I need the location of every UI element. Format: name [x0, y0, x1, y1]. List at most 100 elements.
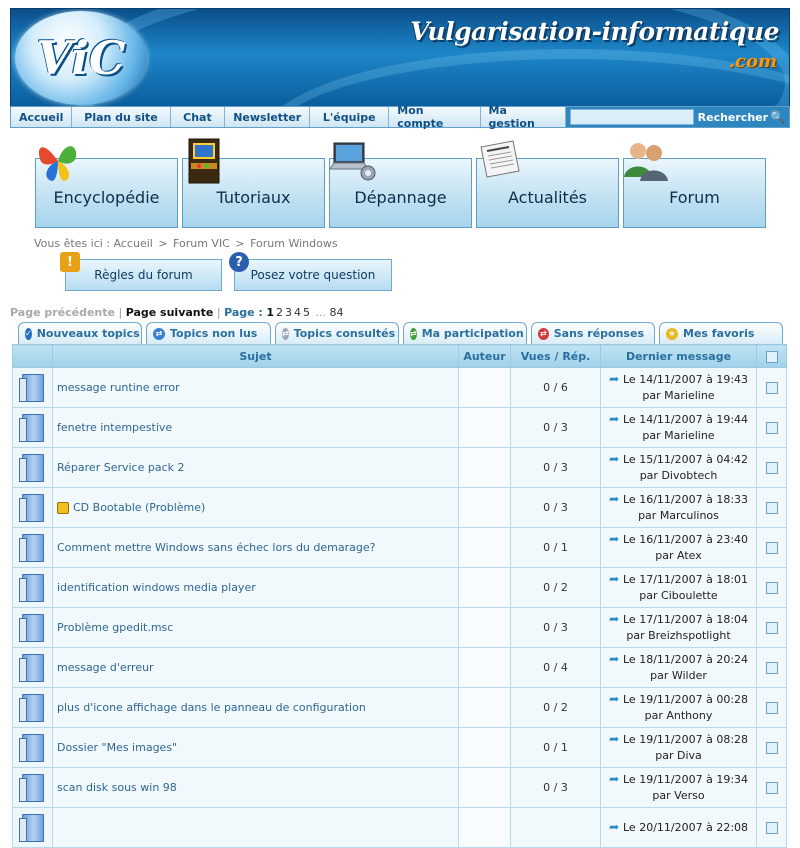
search-input[interactable] — [569, 109, 694, 125]
goto-last-arrow-icon[interactable]: ➦ — [609, 532, 619, 546]
forum-rules-button[interactable]: ! Règles du forum — [60, 252, 222, 291]
viewed-icon: ⇄ — [282, 327, 289, 340]
nav-item-mon-compte[interactable]: Mon compte — [389, 104, 481, 130]
topic-link[interactable]: scan disk sous win 98 — [57, 781, 177, 794]
header-views[interactable]: Vues / Rép. — [510, 344, 601, 368]
last-message-author[interactable]: par Ciboulette — [601, 588, 756, 604]
goto-last-arrow-icon[interactable]: ➦ — [609, 412, 619, 426]
pagination-page[interactable]: 1 — [266, 306, 274, 319]
last-message-author[interactable]: par Breizhspotlight — [601, 628, 756, 644]
topic-icon-cell — [12, 727, 53, 768]
folder-icon — [18, 533, 44, 562]
search-button[interactable]: Rechercher 🔍 — [698, 110, 785, 124]
topic-last-message: ➦ Le 17/11/2007 à 18:04 par Breizhspotligh… — [600, 607, 757, 648]
goto-last-arrow-icon[interactable]: ➦ — [609, 572, 619, 586]
goto-last-arrow-icon[interactable]: ➦ — [609, 820, 619, 834]
topic-icon-cell — [12, 407, 53, 448]
pagination-page[interactable]: 2 — [276, 306, 283, 319]
topic-checkbox[interactable] — [765, 422, 778, 434]
category-encyclopedie[interactable]: Encyclopédie — [35, 146, 178, 228]
pagination-page[interactable]: 4 — [294, 306, 301, 319]
topic-link[interactable]: message d'erreur — [57, 661, 154, 674]
site-title[interactable]: Vulgarisation-informatique — [410, 17, 779, 46]
tab-nouveaux-topics[interactable]: ✓ Nouveaux topics — [18, 322, 142, 344]
ask-question-button[interactable]: ? Posez votre question — [229, 252, 392, 291]
category-tutoriaux[interactable]: Tutoriaux — [182, 138, 325, 228]
topic-link[interactable]: Réparer Service pack 2 — [57, 461, 185, 474]
goto-last-arrow-icon[interactable]: ➦ — [609, 692, 619, 706]
topic-link[interactable]: Problème gpedit.msc — [57, 621, 173, 634]
tab-mes-favoris[interactable]: ★ Mes favoris — [659, 322, 783, 344]
nav-item-newsletter[interactable]: Newsletter — [225, 107, 311, 127]
pagination-page-last[interactable]: 84 — [330, 306, 344, 319]
last-message-author[interactable]: par Divobtech — [601, 468, 756, 484]
header-last-message[interactable]: Dernier message — [600, 344, 757, 368]
goto-last-arrow-icon[interactable]: ➦ — [609, 372, 619, 386]
category-label: Dépannage — [354, 188, 447, 207]
header-subject[interactable]: Sujet — [52, 344, 459, 368]
topic-checkbox[interactable] — [765, 462, 778, 474]
nav-item-plan-du-site[interactable]: Plan du site — [72, 107, 171, 127]
goto-last-arrow-icon[interactable]: ➦ — [609, 612, 619, 626]
topic-link[interactable]: CD Bootable (Problème) — [73, 501, 205, 514]
breadcrumb-item-forum-windows[interactable]: Forum Windows — [250, 237, 337, 250]
goto-last-arrow-icon[interactable]: ➦ — [609, 732, 619, 746]
topic-checkbox[interactable] — [765, 702, 778, 714]
goto-last-arrow-icon[interactable]: ➦ — [609, 492, 619, 506]
topic-link[interactable]: message runtine error — [57, 381, 180, 394]
category-actualites[interactable]: Actualités — [476, 140, 619, 228]
topic-link[interactable]: fenetre intempestive — [57, 421, 172, 434]
goto-last-arrow-icon[interactable]: ➦ — [609, 452, 619, 466]
last-message-author[interactable]: par Marieline — [601, 388, 756, 404]
search-icon: 🔍 — [770, 110, 785, 124]
topic-link[interactable]: Comment mettre Windows sans échec lors d… — [57, 541, 375, 554]
site-logo[interactable]: ViC — [15, 11, 147, 105]
breadcrumb-item-accueil[interactable]: Accueil — [114, 237, 153, 250]
category-forum[interactable]: Forum — [623, 143, 766, 228]
topics-body: message runtine error 0 / 6 ➦ Le 14/11/2007… — [12, 367, 787, 848]
topic-link[interactable]: Dossier "Mes images" — [57, 741, 177, 754]
topic-link[interactable]: identification windows media player — [57, 581, 256, 594]
tab-topics-non-lus[interactable]: ⇄ Topics non lus — [146, 322, 271, 344]
topic-subject-cell: Réparer Service pack 2 — [52, 447, 459, 488]
topic-checkbox[interactable] — [765, 822, 778, 834]
goto-last-arrow-icon[interactable]: ➦ — [609, 772, 619, 786]
topic-link[interactable]: plus d'icone affichage dans le panneau d… — [57, 701, 366, 714]
pagination-page[interactable]: 3 — [285, 306, 292, 319]
goto-last-arrow-icon[interactable]: ➦ — [609, 652, 619, 666]
category-depannage[interactable]: Dépannage — [329, 142, 472, 228]
nav-item-accueil[interactable]: Accueil — [11, 107, 73, 127]
breadcrumb-item-forum-vic[interactable]: Forum VIC — [173, 237, 230, 250]
pagination-page[interactable]: 5 — [303, 306, 310, 319]
select-all-checkbox[interactable] — [765, 350, 778, 363]
pagination-ellipsis: ... — [315, 306, 327, 319]
nav-item-ma-gestion[interactable]: Ma gestion — [481, 104, 566, 130]
nav-item-equipe[interactable]: L'équipe — [310, 107, 390, 127]
last-message-author[interactable]: par Anthony — [601, 708, 756, 724]
nav-item-chat[interactable]: Chat — [171, 107, 226, 127]
topic-views — [510, 807, 601, 848]
topic-checkbox[interactable] — [765, 542, 778, 554]
header-author[interactable]: Auteur — [458, 344, 511, 368]
topic-last-message: ➦ Le 16/11/2007 à 18:33 par Marculinos — [600, 487, 757, 528]
topic-views: 0 / 2 — [510, 567, 601, 608]
topic-views: 0 / 2 — [510, 687, 601, 728]
topic-checkbox[interactable] — [765, 782, 778, 794]
topic-checkbox[interactable] — [765, 662, 778, 674]
topic-checkbox[interactable] — [765, 502, 778, 514]
topic-checkbox[interactable] — [765, 742, 778, 754]
topic-checkbox[interactable] — [765, 622, 778, 634]
tab-sans-reponses[interactable]: ⇄ Sans réponses — [531, 322, 655, 344]
last-message-author[interactable]: par Wilder — [601, 668, 756, 684]
last-message-author[interactable]: par Marieline — [601, 428, 756, 444]
tab-topics-consultes[interactable]: ⇄ Topics consultés — [275, 322, 399, 344]
pagination-next[interactable]: Page suivante — [126, 306, 214, 319]
topic-checkbox[interactable] — [765, 582, 778, 594]
topic-views: 0 / 1 — [510, 527, 601, 568]
last-message-author[interactable]: par Atex — [601, 548, 756, 564]
tab-ma-participation[interactable]: ⇄ Ma participation — [403, 322, 527, 344]
last-message-author[interactable]: par Marculinos — [601, 508, 756, 524]
topic-checkbox[interactable] — [765, 382, 778, 394]
last-message-author[interactable]: par Verso — [601, 788, 756, 804]
last-message-author[interactable]: par Diva — [601, 748, 756, 764]
